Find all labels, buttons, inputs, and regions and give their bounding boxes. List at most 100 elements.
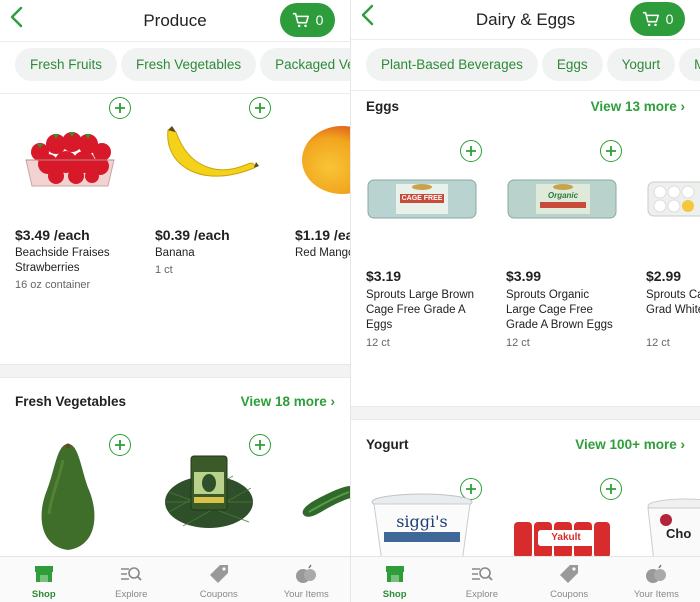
chip-milk[interactable]: Mi: [679, 48, 700, 81]
product-card[interactable]: Cho: [646, 476, 700, 566]
header: Dairy & Eggs 0: [351, 0, 700, 40]
tab-label: Coupons: [199, 589, 238, 600]
view-more-link[interactable]: View 18 more ›: [241, 394, 335, 409]
product-size: 12 ct: [506, 337, 530, 349]
add-button[interactable]: [600, 478, 622, 500]
coupon-tag-icon: [209, 565, 228, 583]
tab-coupons[interactable]: Coupons: [526, 557, 613, 602]
view-more-label: View 18 more: [240, 394, 327, 409]
coupon-tag-icon: [560, 565, 579, 583]
tab-label: Shop: [382, 589, 407, 600]
product-card[interactable]: $1.19 /ea Red Mango: [295, 94, 350, 354]
tab-explore[interactable]: Explore: [438, 557, 525, 602]
tab-label: Shop: [31, 589, 56, 600]
shop-icon: [34, 566, 53, 582]
product-card[interactable]: Yakult: [506, 476, 646, 566]
product-price: $3.99: [506, 268, 542, 284]
brand-label: siggi's: [396, 512, 448, 531]
chevron-right-icon: ›: [330, 394, 336, 409]
plus-icon: [606, 146, 616, 156]
view-more-link[interactable]: View 13 more ›: [591, 99, 685, 114]
add-button[interactable]: [109, 434, 131, 456]
divider: [351, 90, 700, 91]
tab-your-items[interactable]: Your Items: [613, 557, 700, 602]
product-card[interactable]: siggi's: [366, 476, 506, 566]
section-title: Yogurt: [366, 437, 409, 452]
plus-icon: [606, 484, 616, 494]
siggis-yogurt-image: siggi's: [370, 492, 474, 562]
product-price: $3.49 /each: [15, 227, 90, 243]
dairy-eggs-screen: Dairy & Eggs 0 Plant-Based Beverages Eggs…: [350, 0, 700, 602]
section-separator: [0, 364, 350, 378]
chip-fresh-vegetables[interactable]: Fresh Vegetables: [121, 48, 257, 81]
header: Produce 0: [0, 0, 350, 42]
shop-icon: [385, 566, 404, 582]
section-separator: [351, 406, 700, 420]
tab-coupons[interactable]: Coupons: [175, 557, 263, 602]
chip-fresh-fruits[interactable]: Fresh Fruits: [15, 48, 118, 81]
explore-icon: [471, 567, 493, 581]
section-title: Eggs: [366, 99, 400, 114]
product-name: Beachside Fraises Strawberries: [15, 247, 110, 274]
tab-shop[interactable]: Shop: [0, 557, 88, 602]
chip-eggs[interactable]: Eggs: [541, 48, 603, 81]
chevron-right-icon: ›: [680, 437, 686, 452]
carton-label: CAGE FREE: [401, 195, 443, 202]
product-size: 16 oz container: [15, 279, 91, 291]
product-size: 12 ct: [646, 337, 670, 349]
product-card[interactable]: $0.39 /each Banana 1 ct: [155, 94, 295, 354]
cart-button[interactable]: 0: [280, 3, 335, 37]
yakult-bottles-image: Yakult: [512, 516, 612, 560]
product-card[interactable]: Organic $3.99 Sprouts Organic Large Cage…: [506, 138, 646, 358]
plus-icon: [115, 103, 125, 113]
tab-label: Your Items: [283, 589, 329, 600]
plus-icon: [466, 146, 476, 156]
category-chips: Fresh FruitsFresh VegetablesPackaged Veg…: [15, 48, 350, 84]
product-name: Sprouts Ca Large Grad White Egg: [646, 289, 700, 316]
product-size: 1 ct: [155, 264, 173, 276]
chip-plant-based-beverages[interactable]: Plant-Based Beverages: [366, 48, 538, 81]
your-items-icon: [296, 564, 317, 583]
product-card[interactable]: [15, 432, 155, 562]
chip-yogurt[interactable]: Yogurt: [606, 48, 676, 81]
cart-count: 0: [315, 12, 324, 28]
cart-icon: [642, 11, 659, 27]
mango-image: [302, 126, 350, 194]
brand-label: Yakult: [551, 532, 581, 543]
product-card[interactable]: CAGE FREE $3.19 Sprouts Large Brown Cage…: [366, 138, 506, 358]
product-price: $1.19 /ea: [295, 227, 350, 243]
brand-label: Cho: [666, 526, 692, 541]
add-button[interactable]: [460, 140, 482, 162]
chip-packaged-vegetables[interactable]: Packaged Vege: [260, 48, 350, 81]
add-button[interactable]: [600, 140, 622, 162]
your-items-icon: [646, 564, 667, 583]
view-more-link[interactable]: View 100+ more ›: [575, 437, 685, 452]
plus-icon: [255, 440, 265, 450]
add-button[interactable]: [109, 97, 131, 119]
product-price: $3.19: [366, 268, 402, 284]
product-card[interactable]: [155, 432, 295, 562]
tab-bar: Shop Explore Coupons Your Items: [351, 556, 700, 602]
chevron-right-icon: ›: [680, 99, 686, 114]
product-size: 12 ct: [366, 337, 390, 349]
add-button[interactable]: [249, 97, 271, 119]
egg-carton-cage-free-image: CAGE FREE: [366, 178, 478, 220]
category-chips: Plant-Based BeveragesEggsYogurtMi: [366, 48, 700, 84]
product-name: Sprouts Large Brown Cage Free Grade A Eg…: [366, 289, 475, 331]
product-card[interactable]: [295, 432, 350, 562]
cart-count: 0: [665, 11, 674, 27]
tab-label: Coupons: [550, 589, 589, 600]
tab-your-items[interactable]: Your Items: [263, 557, 351, 602]
tab-explore[interactable]: Explore: [88, 557, 176, 602]
avocado-image: [41, 443, 95, 550]
carton-label: Organic: [547, 191, 579, 200]
tab-label: Explore: [465, 589, 498, 600]
view-more-label: View 100+ more: [575, 437, 677, 452]
produce-screen: Produce 0 Fresh Fruits Fresh Vegetables Pa…: [0, 0, 350, 602]
product-card[interactable]: $2.99 Sprouts Ca Large Grad White Egg 12…: [646, 138, 700, 358]
product-card[interactable]: $3.49 /each Beachside Fraises Strawberri…: [15, 94, 155, 354]
product-price: $0.39 /each: [155, 227, 230, 243]
cart-button[interactable]: 0: [630, 2, 685, 36]
tab-bar: Shop Explore Coupons Your Items: [0, 556, 350, 602]
tab-shop[interactable]: Shop: [351, 557, 438, 602]
